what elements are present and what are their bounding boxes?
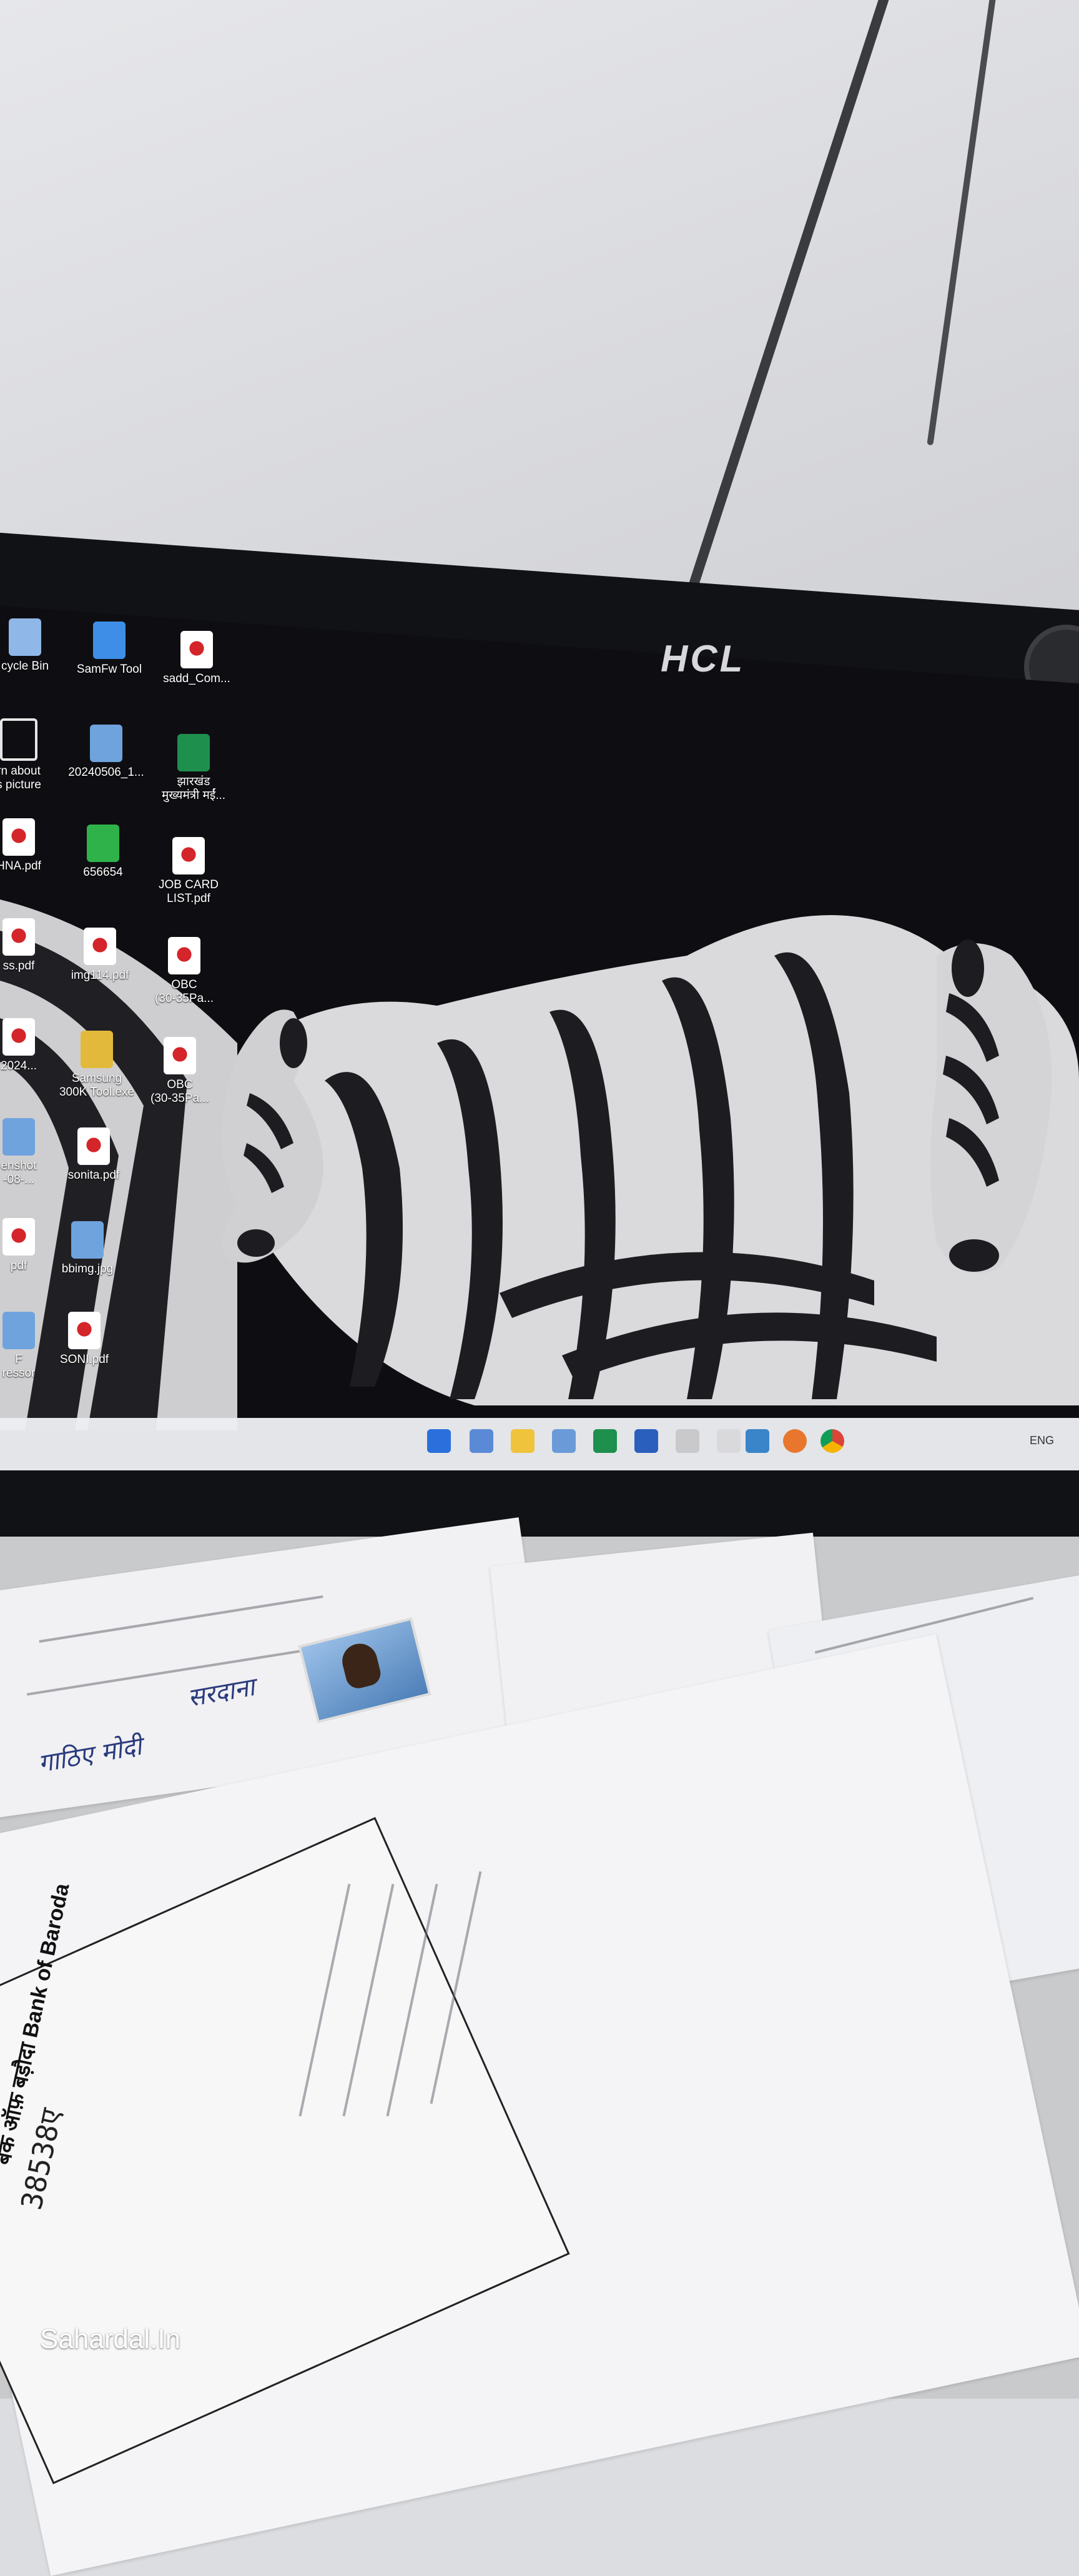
excel-icon[interactable] <box>593 1429 617 1453</box>
chrome-icon[interactable] <box>820 1429 844 1453</box>
desktop-icon-sonita-pdf[interactable]: sonita.pdf <box>50 1127 137 1182</box>
document-icon[interactable] <box>676 1429 699 1453</box>
pdf-icon <box>164 1037 196 1074</box>
desktop-icon-job-card-list[interactable]: JOB CARD LIST.pdf <box>145 837 232 906</box>
info-circle-icon <box>0 718 37 761</box>
search-icon[interactable] <box>470 1429 493 1453</box>
desktop-icon-bbimg[interactable]: bbimg.jpg <box>44 1221 131 1276</box>
zip-icon <box>81 1031 113 1068</box>
desktop-icon-hna-pdf[interactable]: HNA.pdf <box>0 818 62 873</box>
desktop-icon-learn-about-picture[interactable]: rn about s picture <box>0 718 62 792</box>
monitor-brand-logo: HCL <box>661 638 746 680</box>
app-icon <box>93 622 126 659</box>
recycle-bin-icon <box>9 618 41 656</box>
image-file-icon <box>2 1118 35 1156</box>
pdf-icon <box>172 837 205 874</box>
desktop-icon-obc-2[interactable]: OBC (30-35Pa... <box>136 1037 224 1106</box>
pdf-icon <box>2 1018 35 1056</box>
file-explorer-icon[interactable] <box>511 1429 535 1453</box>
image-file-icon <box>90 725 122 762</box>
firefox-icon[interactable] <box>783 1429 807 1453</box>
pdf-icon <box>68 1312 101 1349</box>
pdf-icon <box>2 1218 35 1256</box>
desktop-icon-samsung-tool[interactable]: Samsung 300K Tool.exe <box>53 1031 140 1099</box>
excel-icon <box>177 734 210 771</box>
pdf-icon <box>180 631 213 668</box>
desktop-icon-soni-pdf[interactable]: SONI.pdf <box>41 1312 128 1367</box>
image-file-icon <box>2 1312 35 1349</box>
pdf-icon <box>77 1127 110 1165</box>
monitor-screen: cycle Bin rn about s picture HNA.pdf ss.… <box>0 606 1079 1468</box>
system-tray-language[interactable]: ENG <box>1030 1434 1054 1447</box>
desktop-icon-656654[interactable]: 656654 <box>59 825 147 879</box>
pdf-icon <box>2 918 35 956</box>
image-file-icon <box>71 1221 104 1259</box>
desktop-icon-ss-pdf[interactable]: ss.pdf <box>0 918 62 973</box>
pdf-reader-icon[interactable] <box>717 1429 741 1453</box>
desktop-icon-sadd-com[interactable]: sadd_Com... <box>153 631 240 686</box>
pdf-icon <box>2 818 35 856</box>
windows-start-icon[interactable] <box>427 1429 451 1453</box>
desktop-icon-samfw-tool[interactable]: SamFw Tool <box>66 622 153 676</box>
notepad-icon[interactable] <box>552 1429 576 1453</box>
desktop-icon-recycle-bin[interactable]: cycle Bin <box>0 618 69 673</box>
desktop-icon-obc-1[interactable]: OBC (30-35Pa... <box>140 937 228 1006</box>
pdf-icon <box>84 928 116 965</box>
desktop-icon-img114-pdf[interactable]: img114.pdf <box>56 928 144 983</box>
pdf-icon <box>168 937 200 974</box>
desktop-icon-jharkhand-xls[interactable]: झारखंड मुख्यमंत्री मईं... <box>150 734 237 803</box>
taskbar: ENG <box>0 1418 1079 1470</box>
watermark: Sahardal.In <box>40 2324 181 2354</box>
word-icon[interactable] <box>634 1429 658 1453</box>
green-app-icon <box>87 825 119 862</box>
desktop-icon-20240506[interactable]: 20240506_1... <box>62 725 150 780</box>
photos-icon[interactable] <box>746 1429 769 1453</box>
